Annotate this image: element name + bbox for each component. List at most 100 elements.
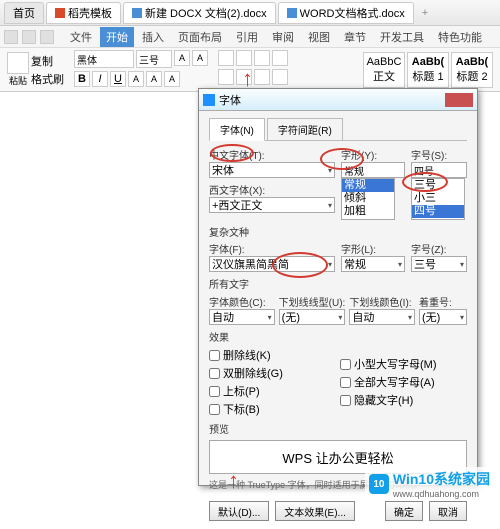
ribbon-paragraph xyxy=(215,50,291,89)
font-select[interactable] xyxy=(74,50,134,68)
western-font-select[interactable]: +西文正文 xyxy=(209,197,335,213)
copy-button[interactable]: 复制 xyxy=(31,53,64,69)
label-size2: 字号(Z): xyxy=(411,241,467,256)
menu-insert[interactable]: 插入 xyxy=(136,27,170,47)
underline-button[interactable]: U xyxy=(110,71,126,87)
underline-select[interactable]: (无) xyxy=(279,309,346,325)
label-size: 字号(S): xyxy=(411,147,467,162)
size-listbox[interactable]: 三号 小三 四号 xyxy=(411,178,465,220)
bullets-icon[interactable] xyxy=(218,50,234,66)
menu-start[interactable]: 开始 xyxy=(100,27,134,47)
chk-smallcaps[interactable]: 小型大写字母(M) xyxy=(340,356,467,372)
align-justify-icon[interactable] xyxy=(272,69,288,85)
word-icon xyxy=(132,8,142,18)
tab-template[interactable]: 稻壳模板 xyxy=(46,2,121,24)
menu-view[interactable]: 视图 xyxy=(302,27,336,47)
menu-dev[interactable]: 开发工具 xyxy=(374,27,430,47)
default-button[interactable]: 默认(D)... xyxy=(209,501,269,521)
style-input[interactable] xyxy=(341,162,405,178)
complex-font-select[interactable]: 汉仪旗黑简黑简 xyxy=(209,256,335,272)
text-effects-button[interactable]: 文本效果(E)... xyxy=(275,501,355,521)
menu-file[interactable]: 文件 xyxy=(64,27,98,47)
complex-size-select[interactable]: 三号 xyxy=(411,256,467,272)
shrink-font-icon[interactable]: A xyxy=(192,50,208,66)
tab-spacing[interactable]: 字符间距(R) xyxy=(267,118,343,141)
section-preview: 预览 xyxy=(209,421,467,436)
menu-special[interactable]: 特色功能 xyxy=(432,27,488,47)
qat-undo-icon[interactable] xyxy=(22,30,36,44)
label-uline: 下划线线型(U): xyxy=(279,294,346,309)
new-tab-button[interactable]: + xyxy=(416,7,434,19)
indent-inc-icon[interactable] xyxy=(272,50,288,66)
dialog-icon xyxy=(203,94,215,106)
section-effects: 效果 xyxy=(209,329,467,344)
chk-sub[interactable]: 下标(B) xyxy=(209,401,336,417)
menu-ref[interactable]: 引用 xyxy=(230,27,264,47)
numbering-icon[interactable] xyxy=(236,50,252,66)
ribbon-font: A A B I U A A A xyxy=(71,50,211,89)
underline-color-select[interactable]: 自动 xyxy=(349,309,415,325)
chk-super[interactable]: 上标(P) xyxy=(209,383,336,399)
style-listbox[interactable]: 常规 倾斜 加粗 xyxy=(341,178,395,220)
label-ucolor: 下划线颜色(I): xyxy=(349,294,415,309)
complex-style-select[interactable]: 常规 xyxy=(341,256,405,272)
style-h1[interactable]: AaBb(标题 1 xyxy=(407,52,449,88)
ribbon-clipboard: 粘贴 复制 格式刷 xyxy=(4,50,67,89)
label-font2: 字体(F): xyxy=(209,241,335,256)
chinese-font-select[interactable]: 宋体 xyxy=(209,162,335,178)
menu-section[interactable]: 章节 xyxy=(338,27,372,47)
dialog-title: 字体 xyxy=(219,92,241,108)
tab-font[interactable]: 字体(N) xyxy=(209,118,265,141)
italic-button[interactable]: I xyxy=(92,71,108,87)
grow-font-icon[interactable]: A xyxy=(174,50,190,66)
size-select[interactable] xyxy=(136,50,172,68)
highlight-button[interactable]: A xyxy=(146,71,162,87)
strike-button[interactable]: A xyxy=(128,71,144,87)
tab-home[interactable]: 首页 xyxy=(4,2,44,24)
label-style: 字形(Y): xyxy=(341,147,405,162)
tab-doc3[interactable]: WORD文档格式.docx xyxy=(278,2,414,24)
document-tabs: 首页 稻壳模板 新建 DOCX 文档(2).docx WORD文档格式.docx… xyxy=(0,0,500,26)
chk-dblstrike[interactable]: 双删除线(G) xyxy=(209,365,336,381)
label-wfont: 西文字体(X): xyxy=(209,182,335,197)
word-icon xyxy=(287,8,297,18)
label-emph: 着重号: xyxy=(419,294,467,309)
font-color-select[interactable]: 自动 xyxy=(209,309,275,325)
chk-strike[interactable]: 删除线(K) xyxy=(209,347,336,363)
emphasis-select[interactable]: (无) xyxy=(419,309,467,325)
bold-button[interactable]: B xyxy=(74,71,90,87)
paste-icon[interactable] xyxy=(7,52,29,74)
watermark: 10 Win10系统家园 www.qdhuahong.com xyxy=(365,467,494,501)
indent-dec-icon[interactable] xyxy=(254,50,270,66)
menu-review[interactable]: 审阅 xyxy=(266,27,300,47)
watermark-icon: 10 xyxy=(369,474,389,494)
menu-bar: 文件 开始 插入 页面布局 引用 审阅 视图 章节 开发工具 特色功能 xyxy=(0,26,500,48)
size-input[interactable] xyxy=(411,162,467,178)
close-icon[interactable] xyxy=(445,93,473,107)
menu-page[interactable]: 页面布局 xyxy=(172,27,228,47)
cancel-button[interactable]: 取消 xyxy=(429,501,467,521)
annotation-arrow: ↑ xyxy=(228,468,239,494)
label-color: 字体颜色(C): xyxy=(209,294,275,309)
qat-redo-icon[interactable] xyxy=(40,30,54,44)
tab-doc2[interactable]: 新建 DOCX 文档(2).docx xyxy=(123,2,276,24)
section-complex: 复杂文种 xyxy=(209,224,467,239)
paste-label: 粘贴 xyxy=(9,74,27,87)
format-painter-button[interactable]: 格式刷 xyxy=(31,71,64,87)
font-color-button[interactable]: A xyxy=(164,71,180,87)
ribbon-styles: AaBbC正文 AaBb(标题 1 AaBb(标题 2 xyxy=(360,50,496,89)
style-normal[interactable]: AaBbC正文 xyxy=(363,52,405,88)
watermark-brand: Win10系统家园 xyxy=(393,469,490,489)
align-right-icon[interactable] xyxy=(254,69,270,85)
label-cfont: 中文字体(T): xyxy=(209,147,335,162)
watermark-url: www.qdhuahong.com xyxy=(393,489,490,499)
qat-save-icon[interactable] xyxy=(4,30,18,44)
dialog-titlebar[interactable]: 字体 xyxy=(199,89,477,111)
ok-button[interactable]: 确定 xyxy=(385,501,423,521)
section-alltext: 所有文字 xyxy=(209,276,467,291)
style-h2[interactable]: AaBb(标题 2 xyxy=(451,52,493,88)
align-left-icon[interactable] xyxy=(218,69,234,85)
chk-allcaps[interactable]: 全部大写字母(A) xyxy=(340,374,467,390)
label-style2: 字形(L): xyxy=(341,241,405,256)
chk-hidden[interactable]: 隐藏文字(H) xyxy=(340,392,467,408)
